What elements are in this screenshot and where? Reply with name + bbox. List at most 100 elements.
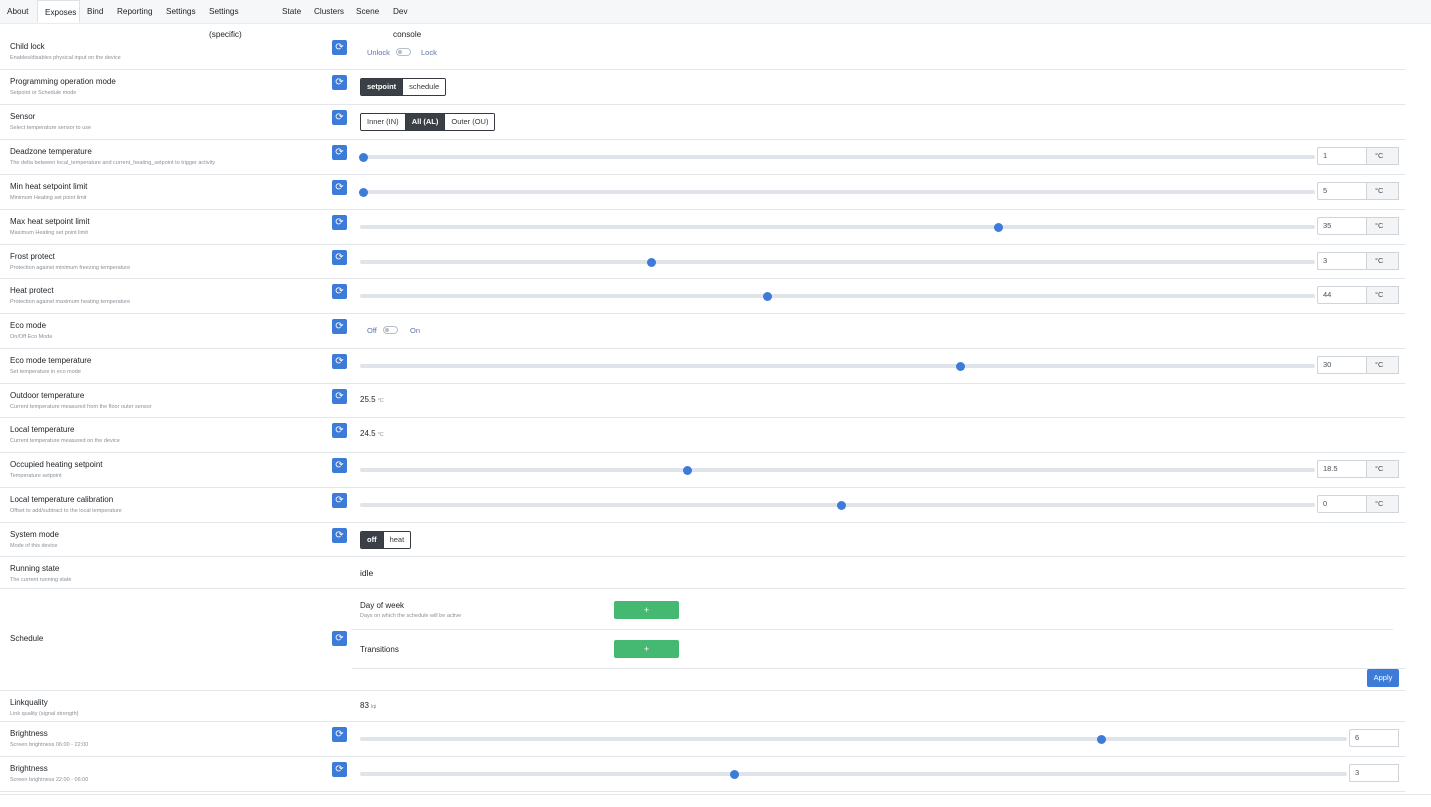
refresh-button[interactable]: ⟳	[332, 319, 347, 334]
tab-bind[interactable]: Bind	[80, 0, 110, 23]
row-eco-mode: Eco mode On/Off Eco Mode ⟳ Off On	[0, 314, 1405, 349]
option-all-al[interactable]: All (AL)	[405, 114, 446, 130]
slider-track[interactable]	[360, 737, 1347, 741]
refresh-button[interactable]: ⟳	[332, 180, 347, 195]
setting-description: Setpoint or Schedule mode	[10, 90, 77, 96]
setting-label: System mode	[10, 530, 59, 539]
tab-state[interactable]: State	[275, 0, 307, 23]
setting-description: Enables/disables physical input on the d…	[10, 55, 121, 61]
refresh-button[interactable]: ⟳	[332, 389, 347, 404]
schedule-divider	[352, 629, 1393, 630]
refresh-button[interactable]: ⟳	[332, 458, 347, 473]
slider-thumb[interactable]	[955, 362, 965, 371]
refresh-button[interactable]: ⟳	[332, 250, 347, 265]
tab-scene[interactable]: Scene	[349, 0, 386, 23]
number-input[interactable]: 18.5	[1317, 460, 1367, 478]
apply-button[interactable]: Apply	[1367, 669, 1399, 687]
slider-thumb[interactable]	[682, 466, 692, 475]
number-input[interactable]: 44	[1317, 286, 1367, 304]
option-group: Inner (IN) All (AL) Outer (OU)	[360, 113, 496, 131]
option-heat[interactable]: heat	[383, 532, 411, 548]
refresh-button[interactable]: ⟳	[332, 110, 347, 125]
reading-value: 83 lqi	[360, 701, 376, 710]
unit-label: °C	[1367, 495, 1399, 513]
tab-clusters[interactable]: Clusters	[307, 0, 349, 23]
setting-label: Programming operation mode	[10, 77, 116, 86]
slider-thumb[interactable]	[647, 258, 657, 267]
refresh-button[interactable]: ⟳	[332, 493, 347, 508]
option-setpoint[interactable]: setpoint	[361, 79, 404, 95]
toggle-switch[interactable]	[396, 48, 411, 56]
slider-thumb[interactable]	[359, 153, 368, 162]
unit-label: °C	[1367, 217, 1399, 235]
tab-reporting[interactable]: Reporting	[110, 0, 159, 23]
option-schedule[interactable]: schedule	[403, 79, 446, 95]
number-input[interactable]: 1	[1317, 147, 1367, 165]
setting-label: Schedule	[10, 634, 44, 643]
refresh-button[interactable]: ⟳	[332, 354, 347, 369]
slider-track[interactable]	[360, 225, 1315, 229]
day-of-week-label: Day of week	[360, 601, 405, 610]
add-day-button[interactable]: +	[614, 601, 679, 619]
row-calibration: Local temperature calibration Offset to a…	[0, 488, 1405, 523]
slider-thumb[interactable]	[359, 188, 368, 197]
number-input[interactable]: 3	[1317, 252, 1367, 270]
tab-settings-specific[interactable]: Settings (specific)	[202, 0, 275, 39]
setting-description: Protection against minimum freezing temp…	[10, 265, 131, 271]
option-outer-ou[interactable]: Outer (OU)	[445, 114, 495, 130]
toggle-switch[interactable]	[383, 326, 398, 334]
refresh-button[interactable]: ⟳	[332, 75, 347, 90]
option-group: off heat	[360, 531, 412, 549]
slider-track[interactable]	[360, 190, 1315, 194]
unit-label: °C	[1367, 286, 1399, 304]
setting-description: Select temperature sensor to use	[10, 125, 92, 131]
row-running-state: Running state The current running state id…	[0, 557, 1405, 589]
slider-track[interactable]	[360, 468, 1315, 472]
number-input[interactable]: 35	[1317, 217, 1367, 235]
number-input[interactable]: 3	[1349, 764, 1399, 782]
setting-label: Brightness	[10, 729, 48, 738]
slider-thumb[interactable]	[730, 770, 740, 779]
reading-value: 25.5 °C	[360, 395, 384, 404]
slider-track[interactable]	[360, 260, 1315, 264]
number-input[interactable]: 5	[1317, 182, 1367, 200]
refresh-button[interactable]: ⟳	[332, 727, 347, 742]
refresh-button[interactable]: ⟳	[332, 631, 347, 646]
refresh-button[interactable]: ⟳	[332, 762, 347, 777]
option-off[interactable]: off	[361, 532, 384, 548]
row-schedule: Schedule ⟳ Day of week Days on which the sc…	[0, 589, 1405, 691]
slider-track[interactable]	[360, 772, 1347, 776]
row-occupied-sp: Occupied heating setpoint Temperature set…	[0, 453, 1405, 488]
number-input[interactable]: 6	[1349, 729, 1399, 747]
slider-thumb[interactable]	[994, 223, 1004, 232]
row-programming-mode: Programming operation mode Setpoint or Sc…	[0, 70, 1405, 105]
add-transition-button[interactable]: +	[614, 640, 679, 658]
setting-label: Min heat setpoint limit	[10, 182, 88, 191]
refresh-button[interactable]: ⟳	[332, 423, 347, 438]
slider-thumb[interactable]	[1097, 735, 1107, 744]
refresh-button[interactable]: ⟳	[332, 528, 347, 543]
slider-track[interactable]	[360, 364, 1315, 368]
number-input[interactable]: 0	[1317, 495, 1367, 513]
refresh-button[interactable]: ⟳	[332, 145, 347, 160]
slider-track[interactable]	[360, 155, 1315, 159]
row-outdoor-temp: Outdoor temperature Current temperature m…	[0, 384, 1405, 418]
unit-label: °C	[1367, 147, 1399, 165]
tab-exposes[interactable]: Exposes	[37, 0, 80, 23]
tab-dev-console[interactable]: Dev console	[386, 0, 442, 39]
slider-thumb[interactable]	[836, 501, 846, 510]
refresh-button[interactable]: ⟳	[332, 215, 347, 230]
tab-settings[interactable]: Settings	[159, 0, 202, 23]
refresh-button[interactable]: ⟳	[332, 284, 347, 299]
refresh-button[interactable]: ⟳	[332, 40, 347, 55]
setting-description: Link quality (signal strength)	[10, 711, 79, 717]
row-brightness1: Brightness Screen brightness 06:00 - 22:0…	[0, 722, 1405, 757]
reading-number: 83	[360, 701, 369, 710]
slider-track[interactable]	[360, 294, 1315, 298]
tab-about[interactable]: About	[0, 0, 37, 23]
number-input[interactable]: 30	[1317, 356, 1367, 374]
slider-thumb[interactable]	[762, 292, 772, 301]
reading-unit: °C	[377, 432, 384, 438]
setting-label: Outdoor temperature	[10, 391, 85, 400]
option-inner-in[interactable]: Inner (IN)	[361, 114, 406, 130]
